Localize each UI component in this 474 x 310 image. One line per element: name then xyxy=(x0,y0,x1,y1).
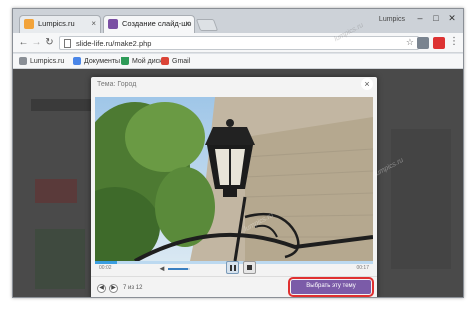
tab-label: Создание слайд-шо xyxy=(122,19,192,28)
docs-icon xyxy=(73,57,81,65)
theme-counter: 7 из 12 xyxy=(123,285,143,291)
choose-theme-button[interactable]: Выбрать эту тему xyxy=(288,277,374,297)
forward-arrow-icon[interactable]: → xyxy=(30,36,43,49)
close-tab-icon[interactable]: × xyxy=(185,16,190,32)
theme-preview-dialog: Тема: Город × 00:02 00:17 ◄ ◀ ▶ 7 из 12 … xyxy=(91,77,377,297)
prev-theme-button[interactable]: ◀ xyxy=(97,284,106,293)
address-bar[interactable]: slide-life.ru/make2.php ☆ xyxy=(59,36,419,50)
back-arrow-icon[interactable]: ← xyxy=(17,36,30,49)
bookmark-label: Lumpics.ru xyxy=(30,58,65,65)
tab-slide-life[interactable]: Создание слайд-шо × xyxy=(103,15,195,33)
minimize-button[interactable]: – xyxy=(413,13,427,23)
slide-life-favicon-icon xyxy=(108,19,118,29)
bookmark-label: Документы xyxy=(84,58,121,65)
tab-strip: Lumpics.ru × Создание слайд-шо × Lumpics… xyxy=(13,9,463,33)
pause-button[interactable] xyxy=(226,261,239,274)
browser-menu-icon[interactable]: ⋮ xyxy=(449,36,459,48)
time-current: 00:02 xyxy=(99,265,112,271)
time-total: 00:17 xyxy=(356,265,369,271)
bookmark-documents[interactable]: Документы xyxy=(73,56,120,67)
video-preview[interactable] xyxy=(95,97,373,261)
volume-fill xyxy=(168,268,188,270)
close-tab-icon[interactable]: × xyxy=(91,16,96,32)
browser-window: Lumpics.ru × Создание слайд-шо × Lumpics… xyxy=(12,8,464,298)
background-sidebar xyxy=(391,129,451,269)
background-header xyxy=(31,99,91,111)
street-lamp-image xyxy=(95,97,373,261)
bookmarks-bar: Lumpics.ru Документы Мой диск Gmail xyxy=(13,54,463,69)
folder-icon xyxy=(19,57,27,65)
divider xyxy=(91,276,377,277)
tab-lumpics[interactable]: Lumpics.ru × xyxy=(19,15,101,33)
maximize-button[interactable]: □ xyxy=(429,13,443,23)
volume-slider[interactable] xyxy=(168,268,190,270)
bookmark-label: Gmail xyxy=(172,58,191,65)
page-info-icon[interactable] xyxy=(64,39,71,48)
close-window-button[interactable]: ✕ xyxy=(445,13,459,24)
translate-extension-icon[interactable] xyxy=(433,37,445,49)
next-theme-button[interactable]: ▶ xyxy=(109,284,118,293)
new-tab-button[interactable] xyxy=(195,19,219,31)
stop-button[interactable] xyxy=(243,261,256,274)
tab-label: Lumpics.ru xyxy=(38,19,75,28)
bookmark-star-icon[interactable]: ☆ xyxy=(406,37,414,48)
gmail-icon xyxy=(161,57,169,65)
url-text[interactable]: slide-life.ru/make2.php xyxy=(76,39,151,48)
toolbar: ← → ↻ slide-life.ru/make2.php ☆ ⋮ xyxy=(13,33,463,53)
reload-icon[interactable]: ↻ xyxy=(43,36,56,49)
volume-icon[interactable]: ◄ xyxy=(158,264,166,273)
bookmark-lumpics[interactable]: Lumpics.ru xyxy=(19,56,64,67)
background-logo xyxy=(35,179,77,203)
dialog-title: Тема: Город xyxy=(97,81,137,88)
background-image xyxy=(35,229,85,289)
progress-fill xyxy=(95,261,118,264)
profile-name[interactable]: Lumpics xyxy=(379,16,405,23)
bookmark-gmail[interactable]: Gmail xyxy=(161,56,190,67)
drive-icon xyxy=(121,57,129,65)
bookmark-drive[interactable]: Мой диск xyxy=(121,56,162,67)
bookmark-label: Мой диск xyxy=(132,58,163,65)
extension-icon[interactable] xyxy=(417,37,429,49)
lumpics-favicon-icon xyxy=(24,19,34,29)
page-overlay: Тема: Город × 00:02 00:17 ◄ ◀ ▶ 7 из 12 … xyxy=(13,69,463,297)
close-icon[interactable]: × xyxy=(361,78,373,90)
